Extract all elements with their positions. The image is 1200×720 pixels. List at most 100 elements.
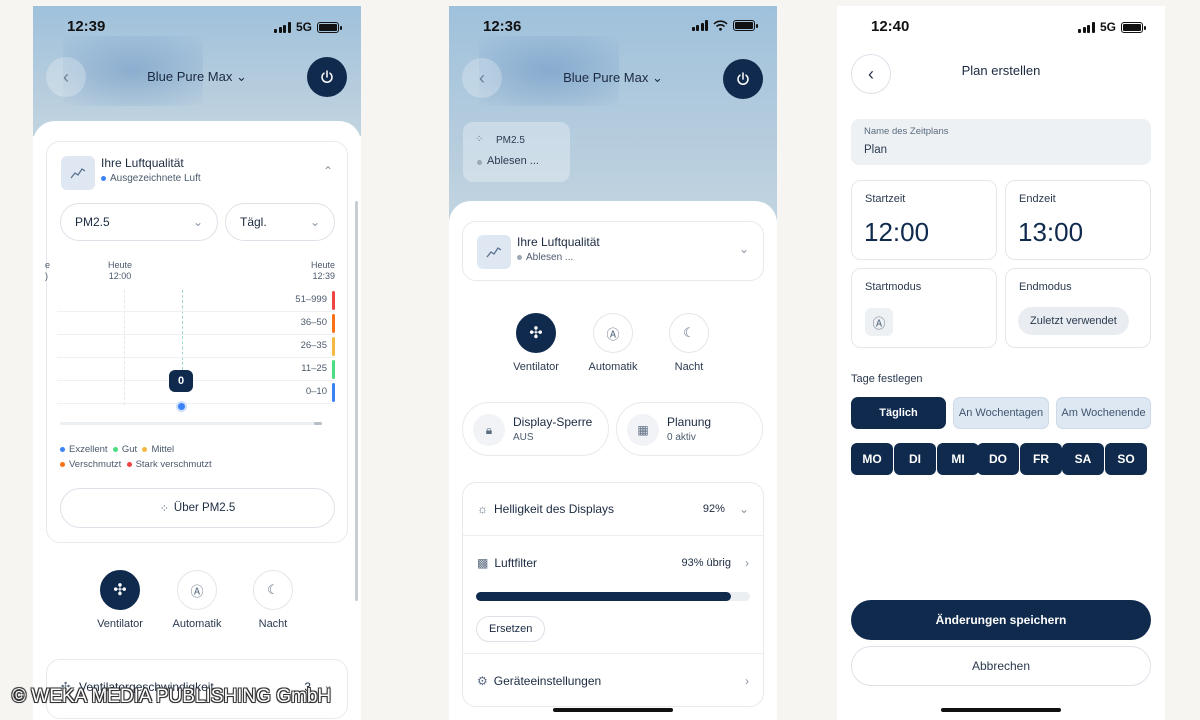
range-label: 26–35 xyxy=(300,340,327,351)
save-button[interactable]: Änderungen speichern xyxy=(851,600,1151,640)
range-gridline xyxy=(57,380,335,381)
mode-automatik[interactable]: Ⓐ Automatik xyxy=(573,313,653,373)
status-time: 12:39 xyxy=(67,18,106,35)
battery-icon xyxy=(1121,21,1146,33)
start-time-card[interactable]: Startzeit 12:00 xyxy=(851,180,997,260)
pm25-tile[interactable]: ⁘ PM2.5 Ablesen ... xyxy=(463,122,570,182)
end-time-value: 13:00 xyxy=(1018,217,1084,247)
time-label-left: e) xyxy=(45,260,51,281)
legend-item: Exzellent xyxy=(69,444,108,455)
sun-icon: ☼ xyxy=(477,502,488,516)
replace-filter-button[interactable]: Ersetzen xyxy=(476,616,546,642)
air-quality-card: Ihre Luftqualität Ausgezeichnete Luft ⌃ … xyxy=(45,141,348,543)
start-mode-card[interactable]: Startmodus Ⓐ xyxy=(851,268,997,348)
legend-dot-icon xyxy=(112,446,118,452)
chart-icon xyxy=(477,235,511,269)
air-quality-card[interactable]: Ihre Luftqualität Ablesen ... ⌄ xyxy=(462,221,764,281)
end-time-card[interactable]: Endzeit 13:00 xyxy=(1005,180,1151,260)
filter-progress-track xyxy=(476,592,750,601)
page-scrollbar[interactable] xyxy=(355,201,358,601)
power-button[interactable] xyxy=(307,57,347,97)
phone-screen-device: 12:36 ‹ Blue Pure Max ⌄ ⁘ PM2.5 Ablesen … xyxy=(449,6,777,720)
brightness-label: Helligkeit des Displays xyxy=(494,502,615,516)
legend-dot-icon xyxy=(142,446,148,452)
schedule-name-field[interactable]: Name des Zeitplans Plan xyxy=(851,119,1151,165)
day-do[interactable]: DO xyxy=(977,443,1019,475)
fan-icon: ✣ xyxy=(529,325,543,342)
range-label: 51–999 xyxy=(295,294,327,305)
display-lock-button[interactable]: 🔒︎ Display-Sperre AUS xyxy=(462,402,609,456)
mode-nacht[interactable]: ☾ Nacht xyxy=(233,570,313,630)
status-bar: 12:39 5G xyxy=(33,6,361,46)
filter-row[interactable]: ▩ Luftfilter 93% übrig › xyxy=(463,536,763,590)
range-color-marker xyxy=(332,337,335,356)
day-mi[interactable]: MI xyxy=(937,443,979,475)
chevron-right-icon: › xyxy=(745,673,749,688)
chart-scrollbar[interactable] xyxy=(60,422,322,425)
mode-nacht[interactable]: ☾ Nacht xyxy=(649,313,729,373)
chevron-down-icon: ⌄ xyxy=(192,215,203,229)
home-indicator xyxy=(941,708,1061,712)
schedule-title: Planung xyxy=(667,415,712,429)
schedule-button[interactable]: ▦ Planung 0 aktiv xyxy=(616,402,763,456)
preset-daily[interactable]: Täglich xyxy=(851,397,946,429)
power-button[interactable] xyxy=(723,59,763,99)
chevron-down-icon: ⌄ xyxy=(309,215,320,229)
watermark-text: © WEKA MEDIA PUBLISHING GmbH xyxy=(12,686,332,707)
back-button[interactable]: ‹ xyxy=(462,58,502,98)
device-title[interactable]: Blue Pure Max ⌄ xyxy=(117,69,277,85)
device-settings-row[interactable]: ⚙︎ Geräteeinstellungen › xyxy=(463,653,763,707)
mode-automatik[interactable]: Ⓐ Automatik xyxy=(157,570,237,630)
moon-icon: ☾ xyxy=(683,325,695,340)
about-pm25-button[interactable]: ⁘ Über PM2.5 xyxy=(60,488,335,528)
end-mode-label: Endmodus xyxy=(1019,281,1072,293)
current-value-point xyxy=(176,401,187,412)
aq-title: Ihre Luftqualität xyxy=(517,235,600,249)
back-button[interactable]: ‹ xyxy=(46,57,86,97)
mode-ventilator[interactable]: ✣ Ventilator xyxy=(496,313,576,373)
particles-icon: ⁘ xyxy=(159,502,169,515)
aq-status: Ausgezeichnete Luft xyxy=(110,173,201,184)
period-select-value: Tägl. xyxy=(240,215,267,229)
day-so[interactable]: SO xyxy=(1105,443,1147,475)
filter-progress-fill xyxy=(476,592,731,601)
time-label-right: Heute 12:39 xyxy=(310,260,335,281)
end-mode-card[interactable]: Endmodus Zuletzt verwendet xyxy=(1005,268,1151,348)
pm-chart: 51–999 36–50 26–35 11–25 0–10 0 xyxy=(57,290,335,412)
preset-weekend[interactable]: Am Wochenende xyxy=(1056,397,1151,429)
display-lock-title: Display-Sperre xyxy=(513,415,593,429)
end-mode-value: Zuletzt verwendet xyxy=(1018,307,1129,335)
about-pm25-label: Über PM2.5 xyxy=(173,502,236,514)
status-time: 12:40 xyxy=(871,18,910,35)
calendar-icon: ▦ xyxy=(627,414,659,446)
brightness-row[interactable]: ☼ Helligkeit des Displays 92% ⌄ xyxy=(463,483,763,536)
chevron-up-icon[interactable]: ⌃ xyxy=(323,164,333,178)
day-mo[interactable]: MO xyxy=(851,443,893,475)
pm25-tile-value: Ablesen ... xyxy=(487,155,539,167)
auto-icon: Ⓐ xyxy=(606,326,620,342)
status-dot-icon xyxy=(101,175,106,181)
mode-label: Nacht xyxy=(674,361,704,373)
status-dot-icon xyxy=(477,160,482,165)
mode-ventilator[interactable]: ✣ Ventilator xyxy=(80,570,160,630)
mode-label: Ventilator xyxy=(513,361,559,373)
day-di[interactable]: DI xyxy=(894,443,936,475)
aq-status: Ablesen ... xyxy=(526,252,574,263)
mode-label: Nacht xyxy=(258,618,288,630)
network-label: 5G xyxy=(1099,20,1116,34)
device-title[interactable]: Blue Pure Max ⌄ xyxy=(533,70,693,86)
phone-screen-air-quality: 12:39 5G ‹ Blue Pure Max ⌄ Ihre Luftqual… xyxy=(33,6,361,720)
day-sa[interactable]: SA xyxy=(1062,443,1104,475)
start-time-value: 12:00 xyxy=(864,217,930,247)
range-gridline xyxy=(57,403,335,404)
range-label: 0–10 xyxy=(305,386,327,397)
pollutant-select[interactable]: PM2.5 ⌄ xyxy=(60,203,218,241)
preset-weekdays[interactable]: An Wochentagen xyxy=(953,397,1049,429)
legend-item: Gut xyxy=(121,444,138,455)
cancel-button[interactable]: Abbrechen xyxy=(851,646,1151,686)
moon-icon: ☾ xyxy=(267,582,279,597)
current-value-badge: 0 xyxy=(169,370,193,392)
day-fr[interactable]: FR xyxy=(1020,443,1062,475)
schedule-name-label: Name des Zeitplans xyxy=(864,126,949,137)
period-select[interactable]: Tägl. ⌄ xyxy=(225,203,335,241)
